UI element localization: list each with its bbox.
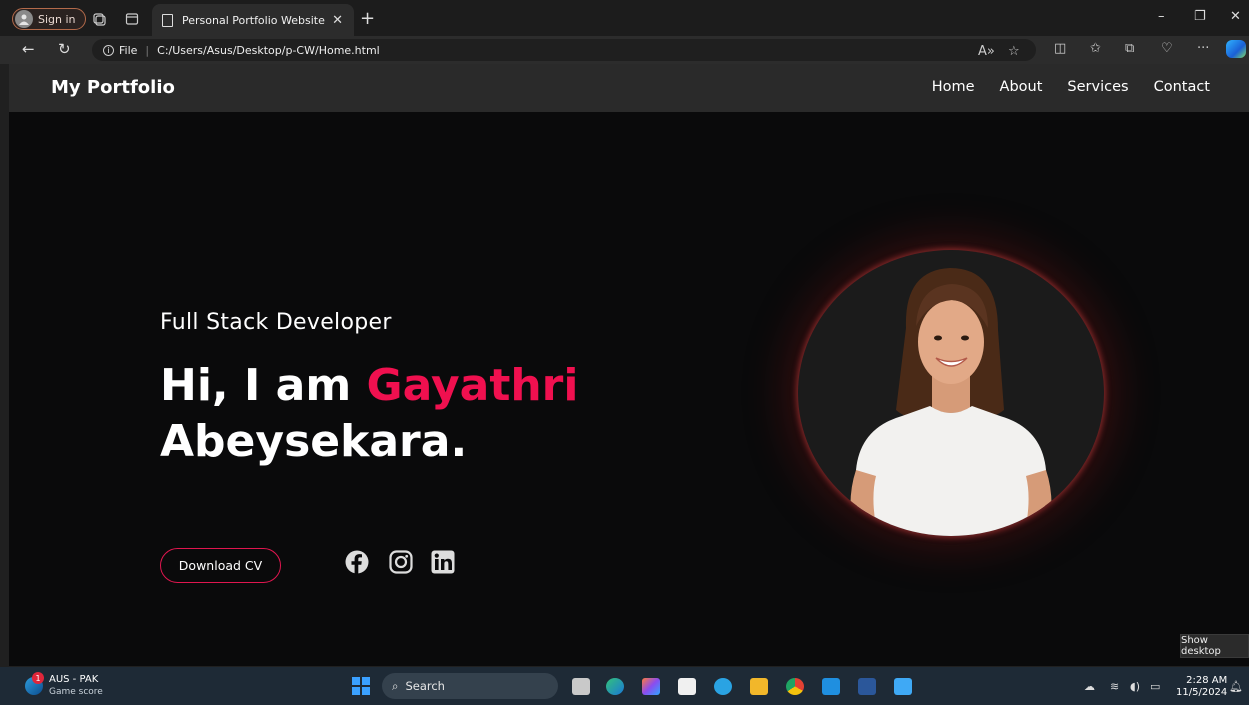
nav-services[interactable]: Services bbox=[1067, 79, 1128, 95]
start-menu-icon[interactable] bbox=[352, 677, 370, 695]
search-icon: ⌕ bbox=[392, 678, 399, 693]
page-icon bbox=[162, 13, 173, 27]
task-view-icon[interactable] bbox=[572, 678, 590, 695]
restore-icon[interactable]: ❐ bbox=[1194, 9, 1206, 24]
tab-portfolio[interactable]: Personal Portfolio Website ✕ bbox=[152, 4, 354, 36]
nav-home[interactable]: Home bbox=[932, 79, 975, 95]
address-bar-row: ← ↻ i File | C:/Users/Asus/Desktop/p-CW/… bbox=[0, 36, 1249, 64]
favorites-icon[interactable]: ✩ bbox=[1090, 41, 1101, 56]
nav-about[interactable]: About bbox=[1000, 79, 1043, 95]
back-icon[interactable]: ← bbox=[22, 40, 35, 58]
onedrive-icon[interactable]: ☁ bbox=[1084, 680, 1095, 693]
hero-first-name: Gayathri bbox=[366, 360, 579, 411]
sign-in-button[interactable]: Sign in bbox=[12, 8, 86, 30]
word-icon[interactable] bbox=[858, 678, 876, 695]
battery-icon[interactable]: ▭ bbox=[1150, 680, 1160, 693]
chrome-icon[interactable] bbox=[786, 678, 804, 695]
hero-last-name: Abeysekara. bbox=[160, 416, 468, 467]
cricket-score-icon: 1 bbox=[25, 672, 44, 695]
store-icon[interactable] bbox=[678, 678, 696, 695]
vscode-icon[interactable] bbox=[822, 678, 840, 695]
split-screen-icon[interactable]: ◫ bbox=[1054, 41, 1066, 56]
favorite-star-icon[interactable]: ☆ bbox=[1008, 44, 1020, 59]
site-logo[interactable]: My Portfolio bbox=[51, 77, 175, 98]
windows-taskbar: 1 AUS - PAK Game score ⌕ Search ☁ ≋ ◖) ▭… bbox=[0, 667, 1249, 705]
hero-greeting: Hi, I am bbox=[160, 360, 352, 411]
browser-essentials-icon[interactable]: ♡ bbox=[1161, 41, 1173, 56]
weather-widget[interactable]: 1 AUS - PAK Game score bbox=[25, 672, 103, 698]
sign-in-label: Sign in bbox=[38, 12, 76, 26]
more-options-icon[interactable]: ··· bbox=[1197, 41, 1209, 56]
system-clock[interactable]: 2:28 AM 11/5/2024 bbox=[1176, 675, 1227, 699]
notepad-icon[interactable] bbox=[894, 678, 912, 695]
instagram-icon[interactable] bbox=[389, 550, 413, 574]
notification-bell-icon[interactable]: 🔔︎ bbox=[1229, 680, 1243, 693]
edge-icon[interactable] bbox=[606, 678, 624, 695]
clock-date: 11/5/2024 bbox=[1176, 687, 1228, 698]
widget-subtitle: Game score bbox=[49, 687, 103, 697]
volume-icon[interactable]: ◖) bbox=[1130, 680, 1140, 693]
nav-contact[interactable]: Contact bbox=[1154, 79, 1210, 95]
collections-icon[interactable]: ⧉ bbox=[1125, 41, 1134, 56]
new-tab-icon[interactable]: + bbox=[360, 8, 375, 29]
taskbar-search-label: Search bbox=[405, 679, 445, 693]
file-explorer-icon[interactable] bbox=[750, 678, 768, 695]
clock-time: 2:28 AM bbox=[1186, 675, 1228, 686]
facebook-icon[interactable] bbox=[345, 550, 369, 574]
url-separator: | bbox=[145, 43, 150, 57]
taskbar-search[interactable]: ⌕ Search bbox=[382, 673, 558, 699]
page-viewport: My Portfolio Home About Services Contact… bbox=[9, 64, 1249, 666]
wifi-icon[interactable]: ≋ bbox=[1110, 680, 1119, 693]
close-window-icon[interactable]: ✕ bbox=[1230, 9, 1241, 24]
copilot-icon[interactable] bbox=[1226, 40, 1246, 58]
hero-subtitle: Full Stack Developer bbox=[160, 310, 392, 335]
profile-photo bbox=[798, 250, 1104, 536]
refresh-icon[interactable]: ↻ bbox=[58, 40, 71, 58]
url-field[interactable]: i File | C:/Users/Asus/Desktop/p-CW/Home… bbox=[92, 39, 1036, 61]
copilot-app-icon[interactable] bbox=[642, 678, 660, 695]
url-scheme-label: File bbox=[119, 43, 138, 57]
info-icon[interactable]: i bbox=[103, 44, 114, 56]
telegram-icon[interactable] bbox=[714, 678, 732, 695]
hero-title: Hi, I am Gayathri Abeysekara. bbox=[160, 358, 578, 470]
read-aloud-icon[interactable]: A» bbox=[978, 44, 995, 59]
browser-tab-bar: Sign in Personal Portfolio Website ✕ + –… bbox=[0, 0, 1249, 36]
profile-avatar-icon bbox=[15, 10, 33, 28]
site-navbar: My Portfolio Home About Services Contact bbox=[9, 64, 1249, 112]
show-desktop-tooltip: Show desktop bbox=[1180, 634, 1249, 658]
site-menu: Home About Services Contact bbox=[907, 79, 1210, 95]
minimize-icon[interactable]: – bbox=[1158, 9, 1165, 24]
tab-actions-icon[interactable] bbox=[125, 11, 139, 25]
notification-badge: 1 bbox=[32, 672, 44, 684]
widget-title: AUS - PAK bbox=[49, 674, 99, 685]
download-cv-button[interactable]: Download CV bbox=[160, 548, 281, 583]
tab-title: Personal Portfolio Website bbox=[182, 13, 325, 27]
linkedin-icon[interactable] bbox=[431, 550, 455, 574]
close-tab-icon[interactable]: ✕ bbox=[332, 13, 343, 28]
url-text: C:/Users/Asus/Desktop/p-CW/Home.html bbox=[157, 43, 380, 57]
workspaces-icon[interactable] bbox=[92, 11, 106, 26]
